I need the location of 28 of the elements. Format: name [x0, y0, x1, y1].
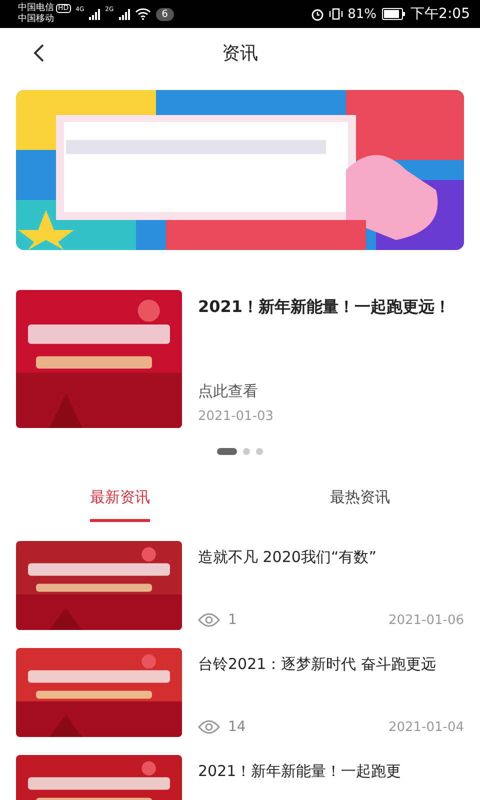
carousel-dot[interactable] [256, 448, 263, 455]
eye-icon [198, 613, 220, 627]
article-date: 2021-01-03 [198, 409, 275, 424]
signal-icon [118, 8, 130, 20]
clock-time: 下午2:05 [410, 5, 470, 23]
carrier-name: 中国电信 [18, 3, 54, 14]
news-date: 2021-01-06 [388, 612, 464, 628]
wifi-icon [134, 8, 151, 20]
battery-icon [382, 8, 406, 20]
news-title[interactable]: 2021！新年新能量！一起跑更 [198, 759, 464, 783]
carrier-name: 中国移动 [18, 14, 55, 25]
news-title[interactable]: 造就不凡 2020我们“有数” [198, 545, 464, 569]
vibrate-icon [328, 8, 343, 20]
signal-icon [89, 8, 100, 20]
alarm-icon [310, 8, 324, 20]
article-title[interactable]: 2021！新年新能量！一起跑更远！ [198, 294, 464, 320]
notification-badge: 6 [156, 8, 174, 20]
page-title: 资讯 [222, 42, 258, 65]
view-link[interactable]: 点此查看 [198, 382, 464, 401]
view-count: 14 [228, 719, 246, 735]
news-date: 2021-01-04 [388, 720, 464, 734]
carousel-dot[interactable] [243, 448, 250, 455]
eye-icon [198, 720, 220, 734]
news-title[interactable]: 台铃2021：逐梦新时代 奋斗跑更远 [198, 652, 464, 676]
tab[interactable]: 最新资讯 [90, 485, 150, 522]
view-count: 1 [228, 612, 237, 628]
battery-percent: 81% [348, 6, 377, 22]
tab[interactable]: 最热资讯 [330, 485, 390, 522]
